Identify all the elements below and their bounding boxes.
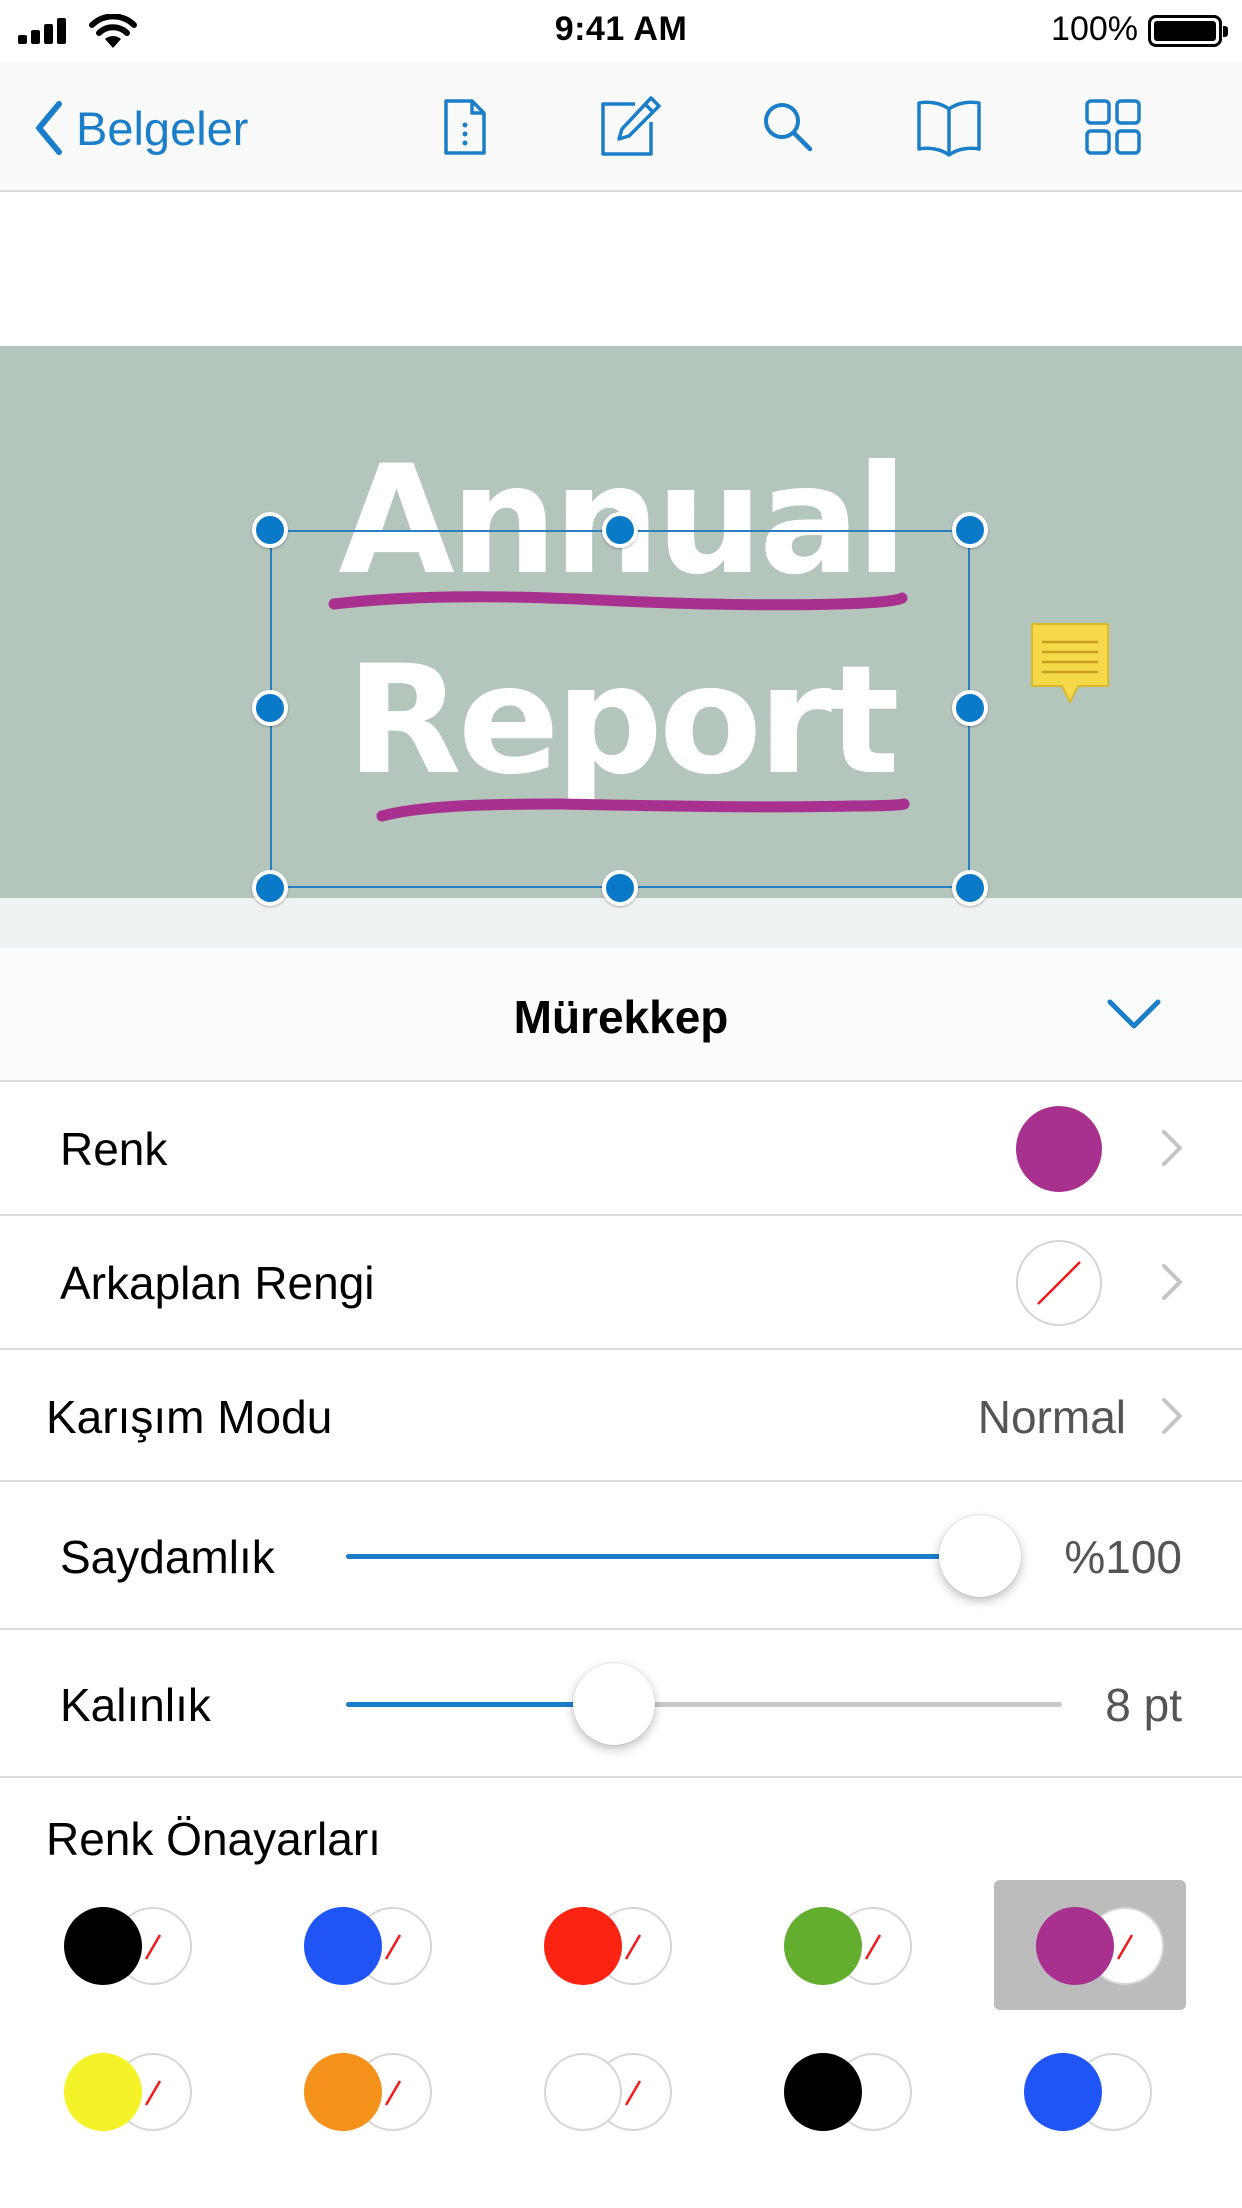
inspector-header: Mürekkep (0, 948, 1242, 1082)
resize-handle-bottom[interactable] (602, 870, 638, 906)
inspector-panel: Mürekkep Renk Arkaplan Rengi Karışım Mod… (0, 948, 1242, 2208)
color-preset[interactable] (284, 2046, 444, 2136)
opacity-value: %100 (1064, 1531, 1182, 1583)
thickness-label: Kalınlık (60, 1679, 211, 1731)
preset-color-swatch (64, 1907, 142, 1985)
no-color-swatch (1016, 1240, 1102, 1326)
resize-handle-left[interactable] (252, 690, 288, 726)
resize-handle-right[interactable] (952, 690, 988, 726)
color-preset[interactable] (44, 2046, 204, 2136)
color-preset[interactable] (764, 2046, 924, 2136)
color-row[interactable]: Renk (0, 1082, 1242, 1216)
background-color-row[interactable]: Arkaplan Rengi (0, 1216, 1242, 1350)
inspector-title: Mürekkep (513, 991, 729, 1043)
preset-color-swatch (544, 1907, 622, 1985)
preset-color-swatch (1024, 2053, 1102, 2131)
color-label: Renk (60, 1123, 168, 1175)
preset-color-swatch (544, 2053, 622, 2131)
chevron-right-icon (1162, 1130, 1182, 1166)
color-preset[interactable] (764, 1900, 924, 1990)
opacity-label: Saydamlık (60, 1531, 275, 1583)
color-preset[interactable] (284, 1900, 444, 1990)
note-annotation-icon[interactable] (1028, 620, 1112, 708)
preset-color-swatch (64, 2053, 142, 2131)
color-preset[interactable] (524, 2046, 684, 2136)
color-preset[interactable] (44, 1900, 204, 1990)
color-preset[interactable] (994, 1880, 1186, 2010)
resize-handle-bottom-right[interactable] (952, 870, 988, 906)
selection-box (270, 530, 970, 888)
preset-color-swatch (1036, 1907, 1114, 1985)
thickness-slider-knob[interactable] (573, 1663, 656, 1745)
thickness-row: Kalınlık 8 pt (0, 1630, 1242, 1778)
preset-color-swatch (304, 2053, 382, 2131)
chevron-right-icon (1162, 1264, 1182, 1300)
chevron-down-icon[interactable] (1106, 996, 1162, 1032)
resize-handle-top-left[interactable] (252, 512, 288, 548)
opacity-row: Saydamlık %100 (0, 1482, 1242, 1630)
chevron-right-icon (1162, 1398, 1182, 1434)
color-preset[interactable] (524, 1900, 684, 1990)
color-preset[interactable] (1004, 2046, 1164, 2136)
color-swatch (1016, 1106, 1102, 1192)
resize-handle-bottom-left[interactable] (252, 870, 288, 906)
preset-color-swatch (784, 2053, 862, 2131)
preset-color-swatch (784, 1907, 862, 1985)
resize-handle-top[interactable] (602, 512, 638, 548)
blend-mode-label: Karışım Modu (46, 1391, 333, 1443)
background-color-label: Arkaplan Rengi (60, 1257, 375, 1309)
resize-handle-top-right[interactable] (952, 512, 988, 548)
thickness-value: 8 pt (1105, 1679, 1182, 1731)
color-presets-title: Renk Önayarları (46, 1813, 381, 1865)
blend-mode-row[interactable]: Karışım Modu Normal (0, 1350, 1242, 1482)
opacity-slider-fill (346, 1554, 980, 1559)
opacity-slider-knob[interactable] (939, 1515, 1021, 1597)
preset-color-swatch (304, 1907, 382, 1985)
no-color-icon (1037, 1261, 1081, 1305)
blend-mode-value: Normal (977, 1391, 1126, 1443)
